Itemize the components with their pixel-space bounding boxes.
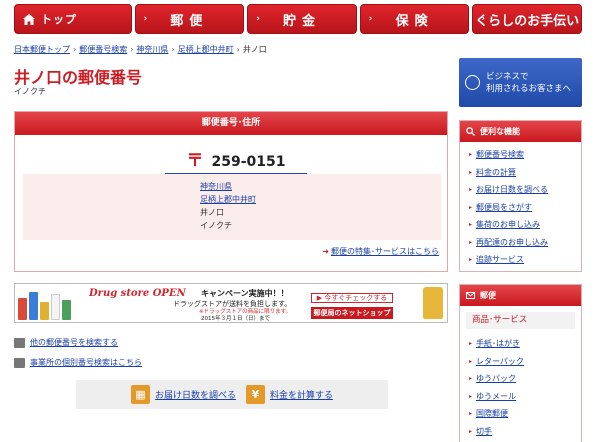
banner-shop-label: 郵便局のネットショップ [311,307,393,319]
chevron-right-icon: › [481,14,486,24]
side-link-pickup[interactable]: 集荷のお申し込み [469,216,581,234]
mail-features-link[interactable]: ➜ 郵便の特集･サービスはこちら [322,246,439,257]
side-link-tracking[interactable]: 追跡サービス [469,251,581,269]
mail-products-panel: 郵便 商品･サービス 手紙･はがき レターパック ゆうパック ゆうメール 国際郵… [459,284,582,442]
business-zip-search-link[interactable]: 事業所の個別番号検索はこちら [14,356,142,369]
chevron-right-icon: › [368,14,373,24]
side-link-letterpack[interactable]: レターパック [469,353,581,371]
breadcrumb-link-prefecture[interactable]: 神奈川県 [136,45,168,54]
search-list-icon [14,337,25,348]
breadcrumb-link-town[interactable]: 足柄上郡中井町 [178,45,234,54]
chevron-right-icon: › [256,14,260,24]
breadcrumb-current: 井ノ口 [242,45,267,54]
delivery-days-label: お届け日数を調べる [154,391,236,401]
business-customers-banner[interactable]: ビジネスで 利用されるお客さまへ [459,58,582,107]
mail-products-title: 郵便 [480,291,496,300]
address-area-kana: イノクチ [200,221,232,230]
business-banner-line1: ビジネスで [486,71,529,82]
side-link-find-post-office[interactable]: 郵便局をさがす [469,199,581,217]
chevron-right-icon: › [143,14,148,24]
home-icon [23,13,35,25]
product-images [18,288,78,320]
convenient-functions-panel: 便利な機能 郵便番号検索 料金の計算 お届け日数を調べる 郵便局をさがす 集荷の… [459,120,582,272]
zip-result-panel: 郵便番号･住所 〒 259-0151 神奈川県 足柄上郡中井町 井ノ口 イノクチ … [14,111,448,272]
nav-tab-label: くらしのお手伝い [475,13,580,29]
convenient-functions-header: 便利な機能 [460,121,581,142]
product-bottle-image [423,287,443,319]
global-nav: トップ › 郵便 › 貯金 › 保険 › くらしのお手伝い [14,4,582,34]
page-title: 井ノ口の郵便番号 [14,68,143,87]
business-zip-search-label: 事業所の個別番号検索はこちら [30,358,142,367]
other-zip-search-link[interactable]: 他の郵便番号を検索する [14,336,142,349]
calendar-icon: ▦ [130,385,150,404]
envelope-icon [466,292,475,299]
side-link-fee-calc[interactable]: 料金の計算 [469,164,581,182]
banner-brand: Drug store OPEN [89,288,186,299]
nav-tab-top[interactable]: トップ [14,4,132,34]
side-link-zip-search[interactable]: 郵便番号検索 [469,146,581,164]
mail-products-subheader: 商品･サービス [466,312,575,329]
zip-code-display: 〒 259-0151 [165,146,307,175]
breadcrumb-separator-icon: › [73,45,77,54]
search-icon [466,127,475,136]
side-link-redelivery[interactable]: 再配達のお申し込み [469,234,581,252]
side-link-delivery-days[interactable]: お届け日数を調べる [469,181,581,199]
side-link-international[interactable]: 国際郵便 [469,405,581,423]
breadcrumb-link-zip-search[interactable]: 郵便番号検索 [79,45,127,54]
nav-tab-insurance[interactable]: › 保険 [359,4,470,34]
zip-code-value: 259-0151 [211,154,286,170]
address-prefecture-link[interactable]: 神奈川県 [200,180,256,193]
nav-tab-label: トップ [41,13,77,26]
building-icon [14,357,25,368]
side-link-letters[interactable]: 手紙･はがき [469,335,581,353]
page-title-kana: イノクチ [14,87,46,96]
nav-tab-label: 貯金 [282,13,321,29]
action-button-bar: ▦ お届け日数を調べる ¥ 料金を計算する [76,380,388,409]
yen-icon: ¥ [246,385,265,404]
drugstore-campaign-banner[interactable]: Drug store OPEN キャンペーン実施中！！ ドラッグストアが送料を負… [14,283,448,323]
convenient-functions-title: 便利な機能 [480,127,520,136]
mail-products-header: 郵便 [460,285,581,306]
nav-tab-life-support[interactable]: › くらしのお手伝い [472,4,582,34]
arrow-right-icon: ➜ [322,247,329,256]
sub-links: 他の郵便番号を検索する 事業所の個別番号検索はこちら [14,336,142,376]
banner-check-button[interactable]: ▶ 今すぐチェックする [311,293,393,303]
breadcrumb-separator-icon: › [171,45,175,54]
side-link-yu-pack[interactable]: ゆうパック [469,370,581,388]
address-area: 井ノ口 [200,208,224,217]
delivery-days-button[interactable]: ▦ お届け日数を調べる [130,385,236,404]
address-town-link[interactable]: 足柄上郡中井町 [200,193,256,206]
nav-tab-label: 郵便 [170,13,209,29]
person-icon [465,75,480,90]
banner-campaign: キャンペーン実施中！！ [201,289,289,298]
breadcrumb: 日本郵便トップ › 郵便番号検索 › 神奈川県 › 足柄上郡中井町 › 井ノ口 [14,44,267,55]
mail-features-link-label: 郵便の特集･サービスはこちら [331,247,439,256]
side-link-stamps[interactable]: 切手 [469,423,581,441]
breadcrumb-link-top[interactable]: 日本郵便トップ [14,45,70,54]
postal-mark-icon: 〒 [186,151,204,171]
other-zip-search-label: 他の郵便番号を検索する [30,338,118,347]
fee-calc-label: 料金を計算する [270,391,334,401]
nav-tab-label: 保険 [395,13,434,29]
zip-result-header: 郵便番号･住所 [15,112,447,135]
nav-tab-savings[interactable]: › 貯金 [247,4,357,34]
banner-date: 2015年３月１日（日）まで [201,316,270,322]
nav-tab-mail[interactable]: › 郵便 [134,4,245,34]
side-link-yu-mail[interactable]: ゆうメール [469,388,581,406]
fee-calc-button[interactable]: ¥ 料金を計算する [246,385,333,404]
breadcrumb-separator-icon: › [236,45,240,54]
breadcrumb-separator-icon: › [130,45,134,54]
business-banner-line2: 利用されるお客さまへ [486,83,572,94]
address-block: 神奈川県 足柄上郡中井町 井ノ口 イノクチ [23,174,441,240]
